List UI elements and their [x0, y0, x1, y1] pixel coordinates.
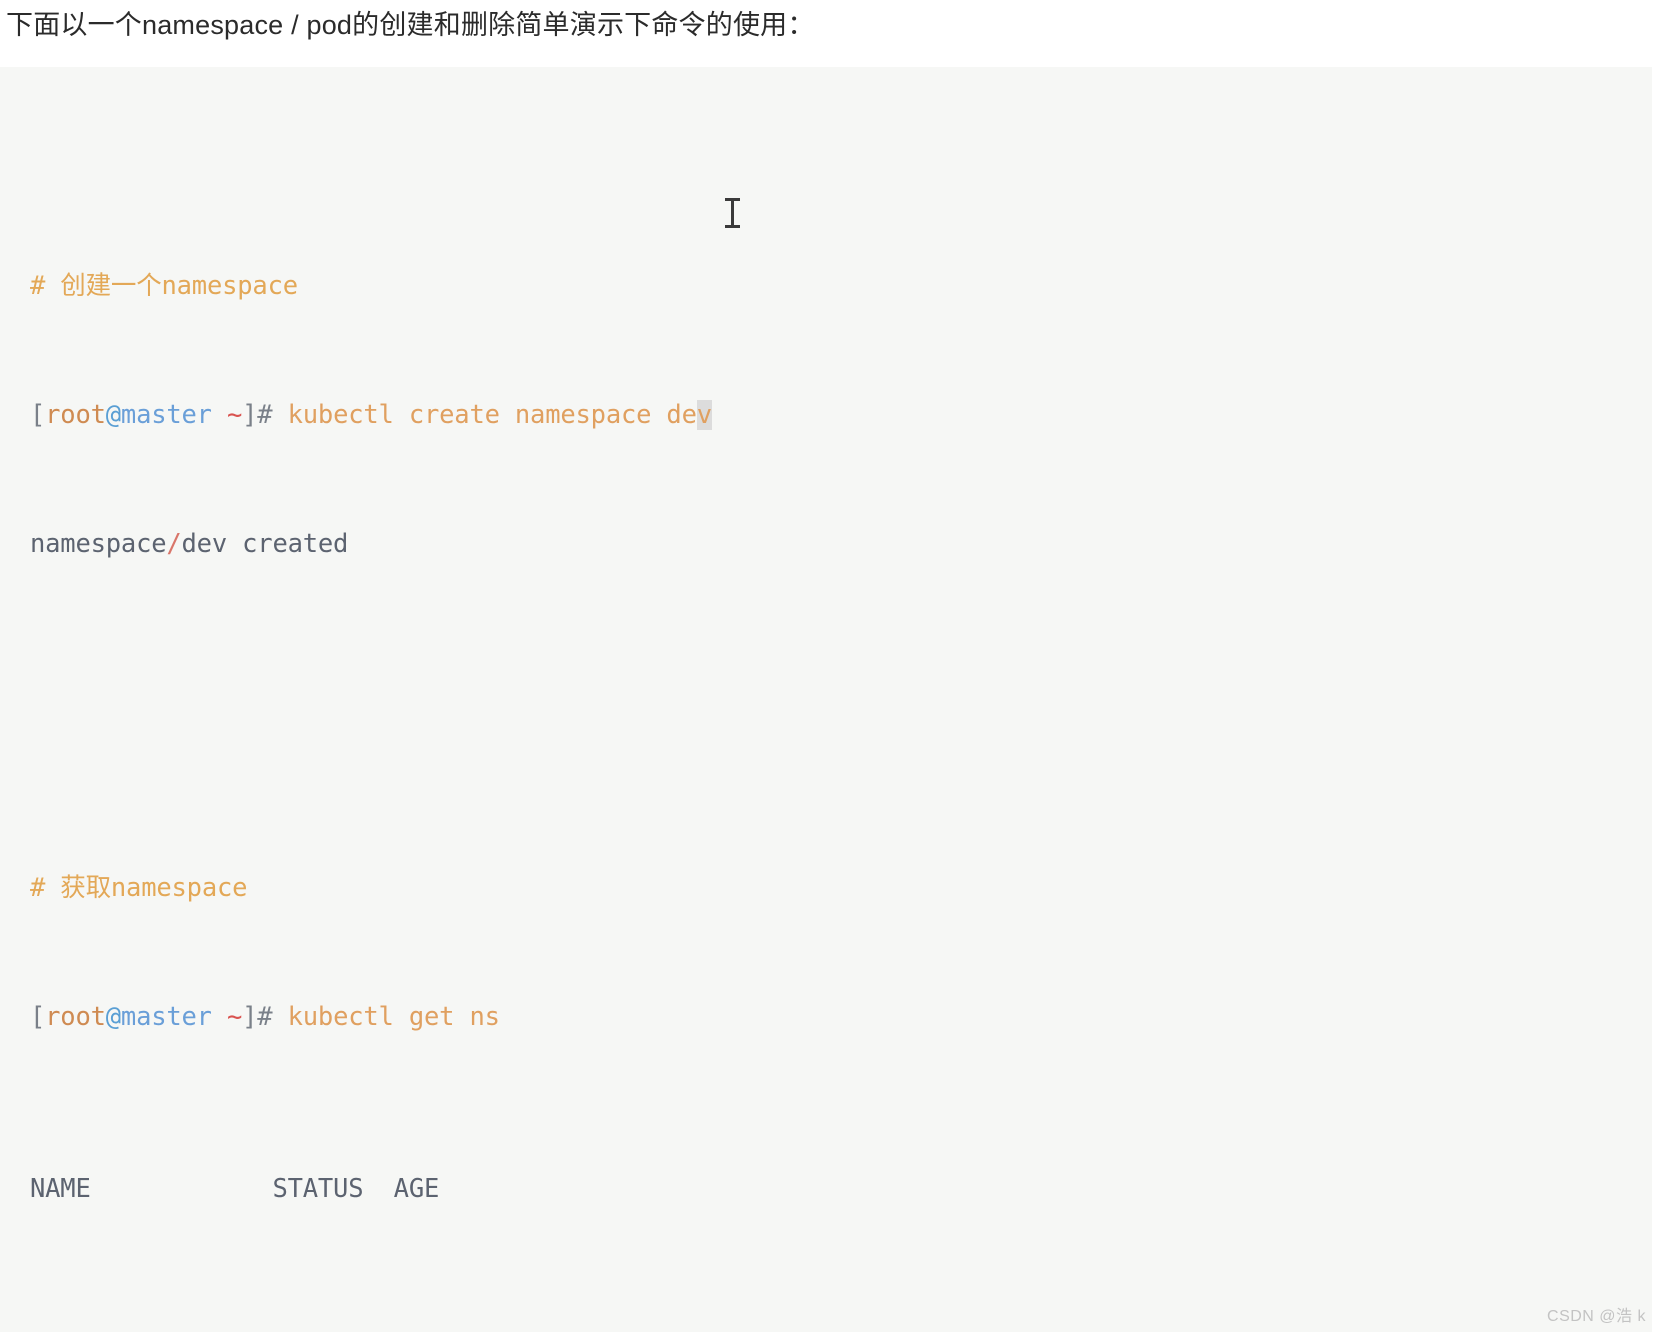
csdn-watermark: CSDN @浩 k: [1547, 1308, 1646, 1325]
ns-column-header-status: STATUS: [272, 1174, 364, 1204]
command-line-create-namespace: [root@master ~]# kubectl create namespac…: [30, 400, 712, 430]
command-line-get-ns: [root@master ~]# kubectl get ns: [30, 1002, 500, 1032]
comment-line-get-namespace: # 获取namespace: [30, 873, 248, 903]
terminal-output-text[interactable]: # 创建一个namespace [root@master ~]# kubectl…: [30, 93, 1652, 1332]
ns-column-header-age: AGE: [393, 1174, 440, 1204]
spacer-line: [30, 652, 1652, 695]
ns-column-header-name: NAME: [30, 1174, 91, 1204]
terminal-code-block: # 创建一个namespace [root@master ~]# kubectl…: [0, 67, 1652, 1332]
output-line-namespace-created: namespace/dev created: [30, 529, 349, 559]
text-cursor-selection[interactable]: v: [696, 400, 712, 430]
intro-paragraph: 下面以一个namespace / pod的创建和删除简单演示下命令的使用：: [6, 10, 815, 40]
text-cursor-icon: [725, 198, 740, 228]
ns-table-header-row: NAME STATUS AGE: [30, 1168, 1652, 1211]
comment-line-create-namespace: # 创建一个namespace: [30, 271, 298, 301]
